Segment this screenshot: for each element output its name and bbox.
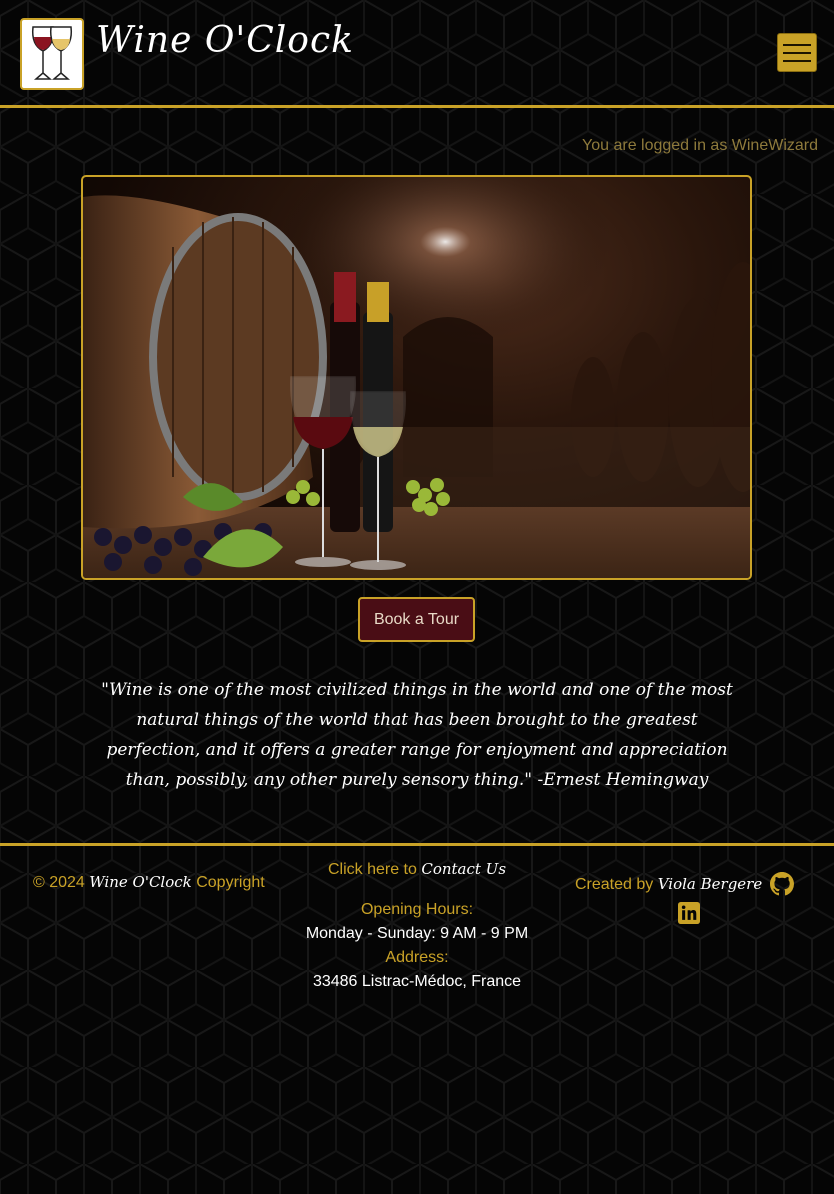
copyright: © 2024 Wine O'Clock Copyright: [33, 873, 265, 891]
site-header: Wine O'Clock: [0, 0, 834, 106]
site-title: Wine O'Clock: [96, 20, 354, 61]
address-value: 33486 Listrac-Médoc, France: [312, 973, 522, 990]
address-label: Address:: [385, 949, 449, 966]
header-divider: [0, 105, 834, 108]
hemingway-quote: "Wine is one of the most civilized thing…: [101, 680, 733, 790]
created-by: Created by Viola Bergere: [575, 875, 763, 893]
wine-glasses-icon: [31, 26, 73, 80]
logo-link[interactable]: [20, 18, 84, 90]
contact-us-link[interactable]: Contact Us: [421, 860, 506, 878]
opening-hours-label: Opening Hours:: [360, 901, 474, 918]
linkedin-icon[interactable]: [678, 902, 700, 929]
footer-divider: [0, 843, 834, 846]
wine-cellar-image: [83, 177, 750, 578]
hero-image: [81, 175, 752, 580]
hamburger-menu-button[interactable]: [777, 33, 817, 72]
opening-hours-value: Monday - Sunday: 9 AM - 9 PM: [305, 925, 529, 942]
hamburger-menu-icon: [783, 43, 811, 46]
github-icon[interactable]: [770, 872, 794, 901]
book-tour-button[interactable]: Book a Tour: [358, 597, 475, 642]
login-status: You are logged in as WineWizard: [582, 137, 818, 154]
footer-contact-info: Click here to Contact Us Opening Hours: …: [260, 857, 574, 994]
